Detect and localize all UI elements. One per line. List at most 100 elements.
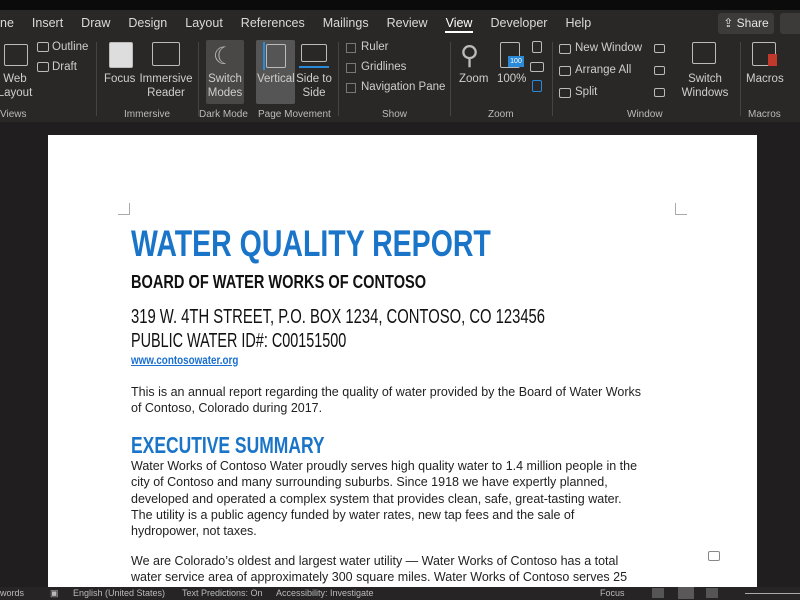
view-side-by-side-icon[interactable]: [654, 44, 665, 53]
tab-references[interactable]: References: [232, 10, 314, 36]
intro-paragraph: This is an annual report regarding the q…: [131, 384, 641, 417]
tab-help[interactable]: Help: [556, 10, 600, 36]
focus-button[interactable]: Focus: [104, 72, 135, 86]
one-page-icon[interactable]: [532, 41, 542, 53]
tab-layout[interactable]: Layout: [176, 10, 232, 36]
divider: [338, 42, 339, 116]
ribbon-tabs: ne Insert Draw Design Layout References …: [0, 10, 800, 36]
ruler-checkbox[interactable]: [346, 43, 356, 53]
text-predictions-status[interactable]: Text Predictions: On: [182, 587, 263, 600]
text-line: water service area of approximately 300 …: [131, 570, 628, 585]
comment-icon[interactable]: [708, 551, 720, 561]
zoom-slider[interactable]: [745, 593, 800, 594]
gridlines-checkbox[interactable]: [346, 63, 356, 73]
split-icon: [559, 88, 571, 98]
moon-icon: ☾: [213, 43, 235, 70]
vertical-icon: [266, 44, 286, 68]
document-title: WATER QUALITY REPORT: [131, 223, 491, 264]
tab-draw[interactable]: Draw: [72, 10, 119, 36]
immersive-group-label: Immersive: [124, 109, 171, 120]
dark-mode-group-label: Dark Mode: [199, 109, 248, 120]
text-line: We are Colorado’s oldest and largest wat…: [131, 554, 619, 568]
draft-icon: [37, 62, 49, 72]
web-layout-button[interactable]: Web Layout: [0, 72, 36, 100]
ruler-label: Ruler: [361, 41, 389, 53]
synchronous-scrolling-icon[interactable]: [654, 66, 665, 75]
side-arrow-icon: [299, 66, 329, 68]
tab-review[interactable]: Review: [378, 10, 437, 36]
executive-summary-paragraph: Water Works of Contoso Water proudly ser…: [131, 458, 637, 539]
executive-summary-heading: EXECUTIVE SUMMARY: [131, 432, 325, 458]
zoom-100-badge: 100: [508, 56, 524, 67]
tab-design[interactable]: Design: [119, 10, 176, 36]
switch-modes-label: Switch Modes: [207, 73, 243, 99]
water-id-line: PUBLIC WATER ID#: C00151500: [131, 330, 347, 352]
text-line: Water Works of Contoso Water proudly ser…: [131, 459, 638, 473]
outline-button[interactable]: Outline: [52, 41, 88, 53]
print-layout-button[interactable]: [678, 587, 694, 599]
history-paragraph: We are Colorado’s oldest and largest wat…: [131, 553, 627, 586]
side-to-side-button[interactable]: Side to Side: [296, 72, 332, 100]
language-status[interactable]: English (United States): [73, 587, 165, 600]
switch-windows-button[interactable]: Switch Windows: [676, 72, 734, 100]
multiple-pages-icon[interactable]: [530, 62, 544, 72]
arrange-all-button[interactable]: Arrange All: [575, 64, 631, 76]
web-layout-icon: [4, 44, 28, 66]
accessibility-status[interactable]: Accessibility: Investigate: [276, 587, 374, 600]
divider: [552, 42, 553, 116]
crop-mark: [118, 203, 130, 215]
show-group-label: Show: [382, 109, 408, 120]
share-label: Share: [736, 16, 769, 30]
window-group-label: Window: [627, 109, 663, 120]
navigation-pane-checkbox[interactable]: [346, 83, 356, 93]
web-layout-status-button[interactable]: [706, 588, 718, 598]
vertical-label: Vertical: [257, 73, 295, 85]
macro-record-icon: [768, 54, 777, 66]
read-mode-button[interactable]: [652, 588, 664, 598]
divider: [96, 42, 97, 116]
tab-mailings[interactable]: Mailings: [314, 10, 378, 36]
tab-view[interactable]: View: [437, 10, 482, 36]
split-button[interactable]: Split: [575, 86, 597, 98]
comments-button[interactable]: [780, 13, 800, 34]
immersive-reader-icon: [152, 42, 180, 66]
focus-mode-button[interactable]: Focus: [600, 587, 625, 600]
tab-home[interactable]: ne: [0, 10, 23, 36]
share-icon: ⇪: [723, 16, 737, 30]
arrange-all-icon: [559, 66, 571, 76]
text-line: hydropower, not taxes.: [131, 524, 257, 539]
document-page[interactable]: WATER QUALITY REPORT BOARD OF WATER WORK…: [48, 135, 757, 587]
divider: [450, 42, 451, 116]
new-window-button[interactable]: New Window: [575, 42, 642, 54]
macros-button[interactable]: Macros: [746, 72, 784, 86]
tab-developer[interactable]: Developer: [481, 10, 556, 36]
outline-icon: [37, 42, 49, 52]
text-line: of Contoso, Colorado during 2017.: [131, 401, 323, 416]
share-button[interactable]: ⇪ Share: [718, 13, 774, 34]
address-line: 319 W. 4TH STREET, P.O. BOX 1234, CONTOS…: [131, 306, 546, 328]
text-line: This is an annual report regarding the q…: [131, 385, 641, 399]
ribbon: Web Layout Outline Draft Views Focus Imm…: [0, 36, 800, 122]
zoom-100-button[interactable]: 100%: [497, 72, 526, 86]
navigation-pane-label: Navigation Pane: [361, 81, 446, 93]
divider: [198, 42, 199, 116]
website-link[interactable]: www.contosowater.org: [131, 353, 238, 367]
tab-insert[interactable]: Insert: [23, 10, 72, 36]
zoom-button[interactable]: Zoom: [459, 72, 488, 86]
text-line: The utility is a public agency funded by…: [131, 507, 575, 522]
page-width-icon[interactable]: [532, 80, 542, 92]
word-count[interactable]: words: [0, 587, 24, 600]
document-subtitle: BOARD OF WATER WORKS OF CONTOSO: [131, 272, 427, 292]
divider: [740, 42, 741, 116]
proofing-icon[interactable]: ▣: [50, 587, 59, 600]
crop-mark: [675, 203, 687, 215]
switch-windows-icon: [692, 42, 716, 64]
side-to-side-icon: [301, 44, 327, 62]
reset-window-position-icon[interactable]: [654, 88, 665, 97]
immersive-reader-button[interactable]: Immersive Reader: [138, 72, 194, 100]
zoom-magnifier-icon: ⚲: [460, 40, 480, 70]
gridlines-label: Gridlines: [361, 61, 407, 73]
title-bar: [0, 0, 800, 10]
draft-button[interactable]: Draft: [52, 61, 77, 73]
focus-icon: [109, 42, 133, 68]
